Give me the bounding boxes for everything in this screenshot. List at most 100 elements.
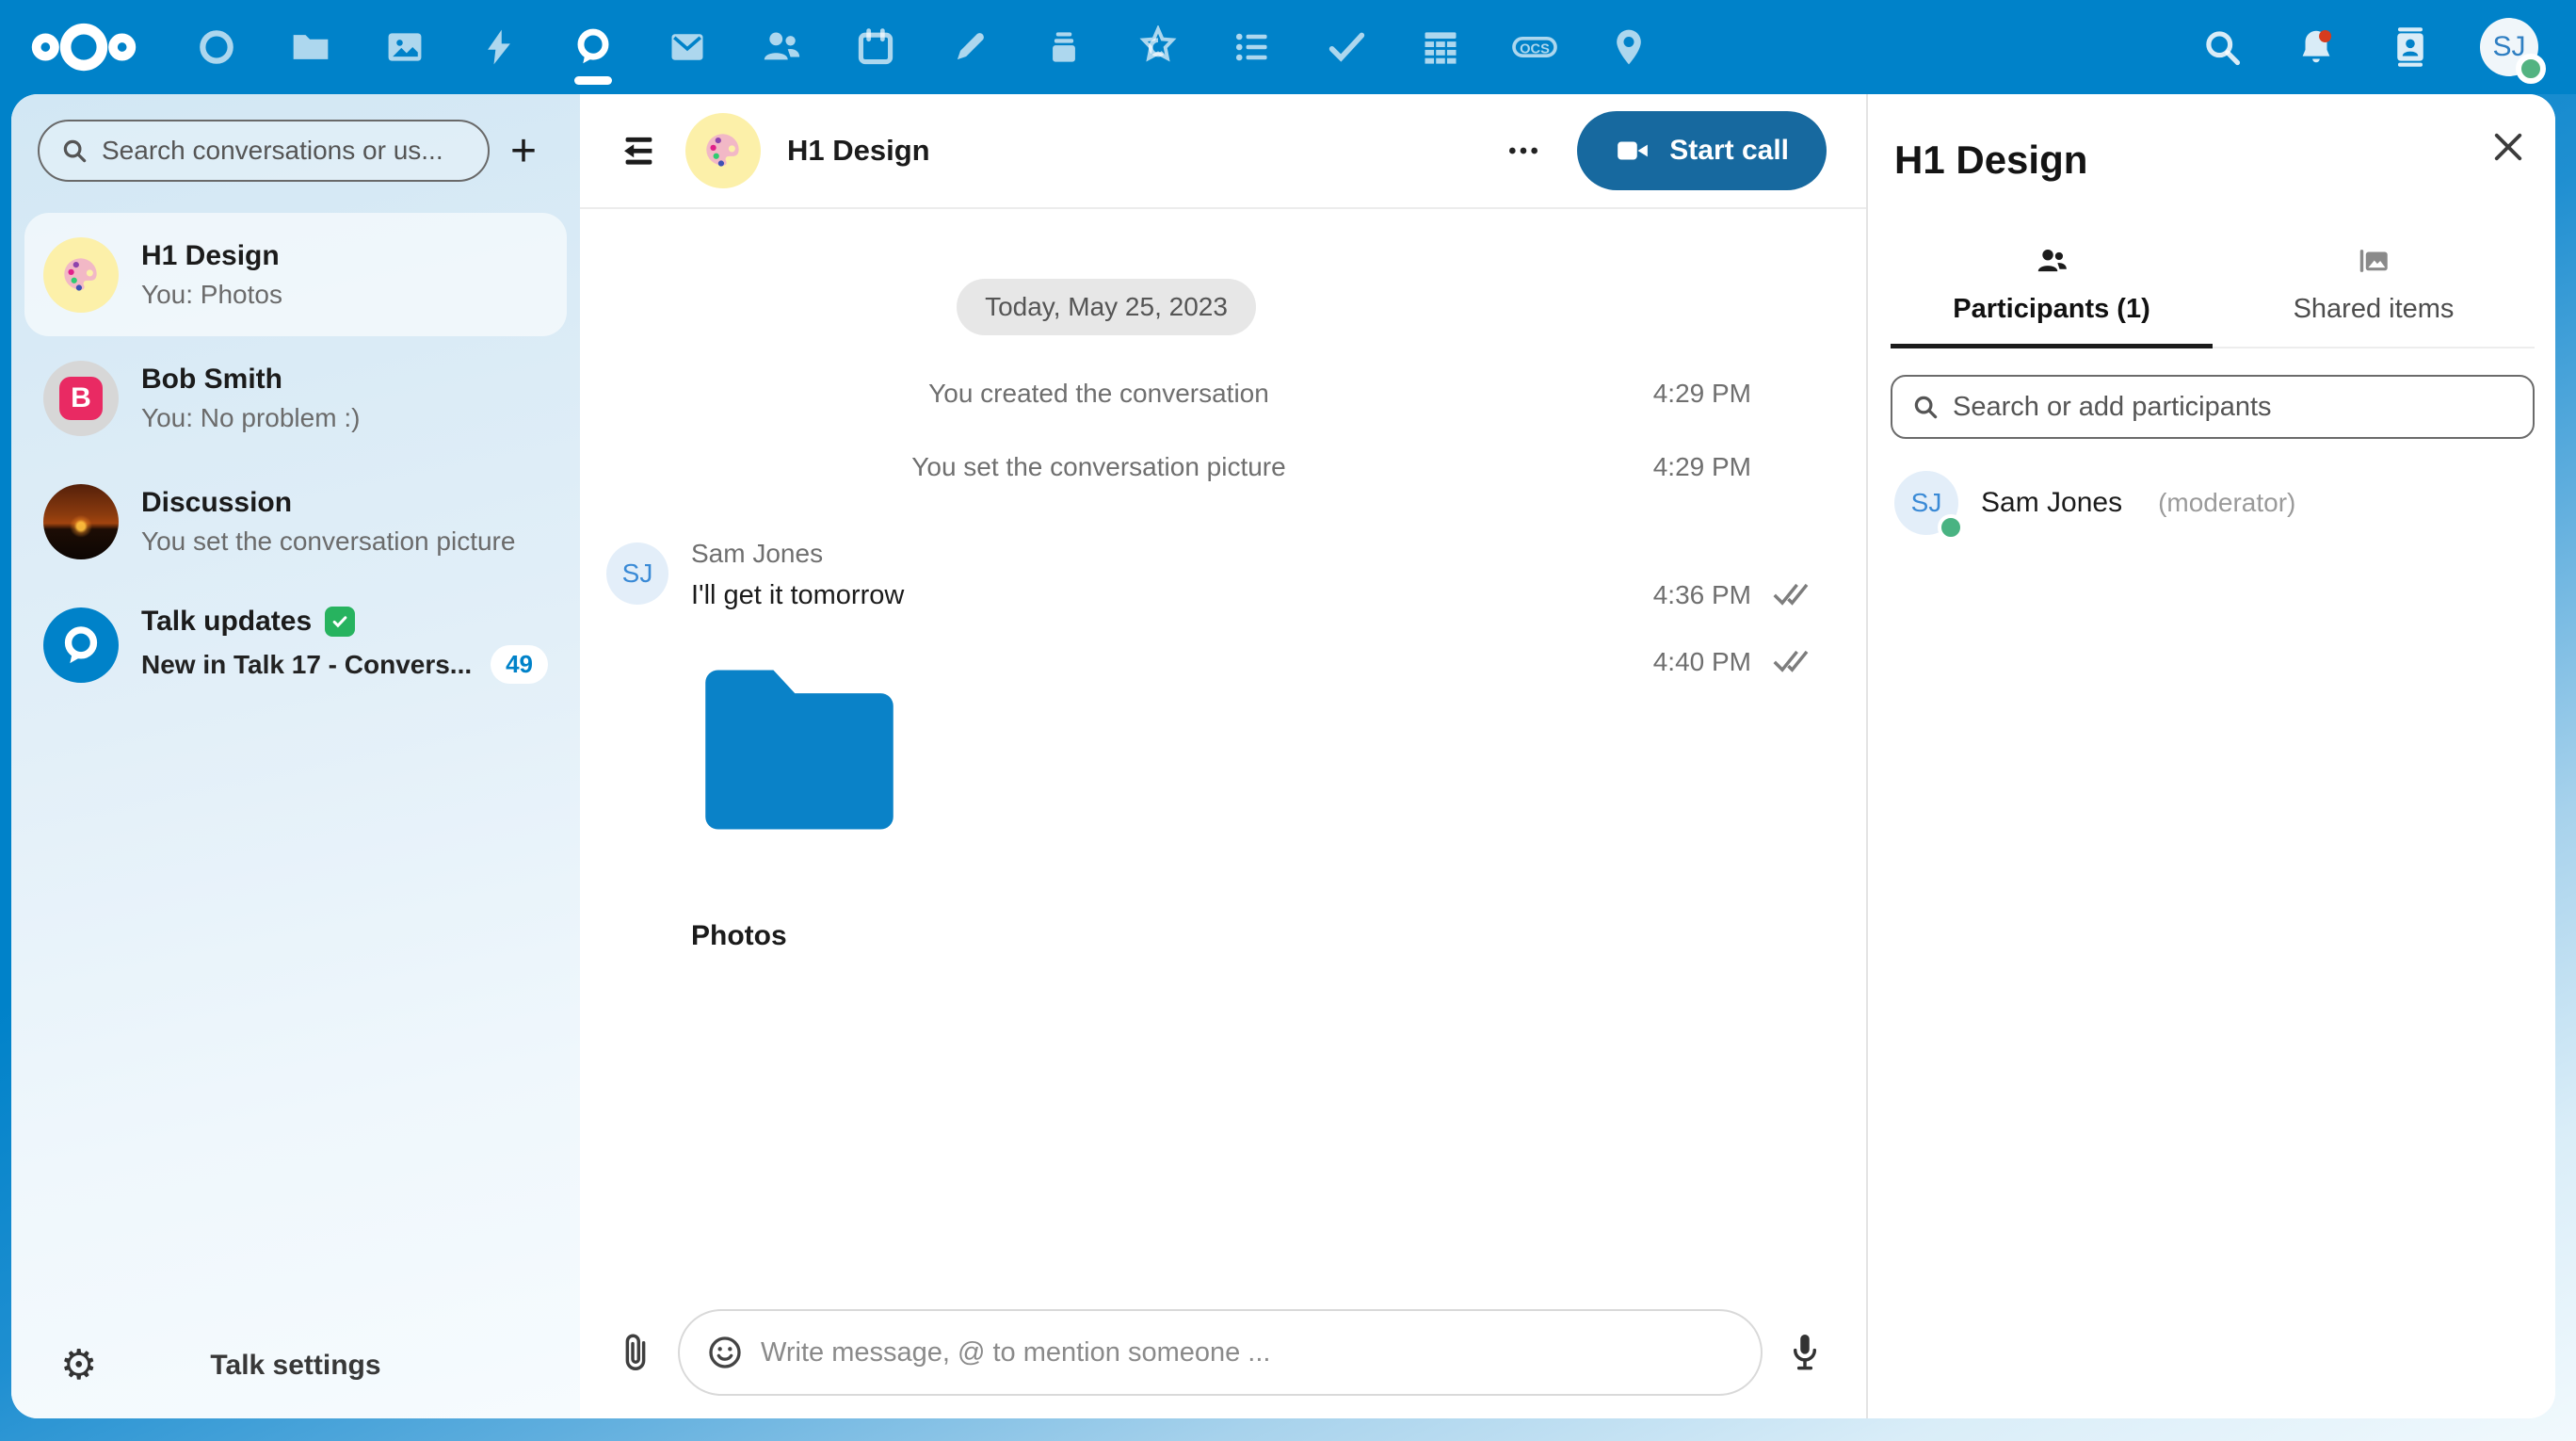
conversation-last-message: You: Photos [141,280,548,310]
app-files[interactable] [264,0,358,94]
conversation-text: H1 Design You: Photos [141,240,548,310]
bookmark-b-avatar: B [43,361,119,436]
start-call-label: Start call [1669,135,1789,167]
app-maps[interactable] [1582,0,1676,94]
app-deck[interactable] [1017,0,1111,94]
date-separator: Today, May 25, 2023 [957,279,1256,335]
double-check-icon [1772,580,1813,608]
conversation-item-bob-smith[interactable]: B Bob Smith You: No problem :) [24,336,567,460]
conversation-text: Discussion You set the conversation pict… [141,487,548,557]
app-mail[interactable] [640,0,734,94]
app-talk[interactable] [546,0,640,94]
talk-settings-button[interactable]: ⚙ Talk settings [11,1313,580,1418]
conversation-title: Bob Smith [141,364,548,396]
emoji-picker-button[interactable] [706,1334,744,1371]
shared-folder-name: Photos [691,920,1591,952]
palette-icon [57,251,105,299]
unified-search-button[interactable] [2175,0,2269,94]
folder-icon [691,660,908,839]
conversation-title: Discussion [141,487,548,519]
double-check-icon [1772,647,1813,675]
people-icon [760,25,803,69]
conversation-search-box[interactable] [38,120,490,182]
participant-avatar-wrap: SJ [1894,471,1958,535]
online-status-dot [2516,54,2546,84]
stack-icon [1043,26,1085,68]
system-message-text: You set the conversation picture [606,452,1591,482]
conversation-last-message: You: No problem :) [141,403,548,433]
attach-file-button[interactable] [618,1332,653,1373]
start-call-button[interactable]: Start call [1577,111,1827,190]
app-forms[interactable] [1299,0,1393,94]
chat-header: H1 Design Start call [580,94,1866,209]
message-list: Today, May 25, 2023 You created the conv… [580,209,1866,1303]
conversation-details-panel: H1 Design Participants (1) Shared items … [1868,94,2555,1418]
conversation-last-message: You set the conversation picture [141,526,548,557]
participants-icon [2034,243,2069,279]
letter-b-chip: B [59,377,103,420]
contacts-menu-button[interactable] [2363,0,2457,94]
app-notes[interactable] [923,0,1017,94]
talk-logo-icon [56,621,105,670]
message-timestamp: 4:40 PM [1591,647,1751,677]
app-tasks[interactable] [1205,0,1299,94]
app-calendar[interactable] [829,0,923,94]
sunset-photo-avatar [43,484,119,559]
app-dashboard[interactable] [169,0,264,94]
tab-label: Shared items [2294,294,2455,325]
message-author: Sam Jones [691,539,1813,569]
notifications-button[interactable] [2269,0,2363,94]
details-title: H1 Design [1894,138,2087,183]
close-icon [2488,127,2528,167]
date-separator-row: Today, May 25, 2023 [606,279,1813,335]
search-icon [2201,26,2243,68]
conversation-item-h1-design[interactable]: H1 Design You: Photos [24,213,567,336]
conversations-sidebar: + H1 Design You: Photos [11,94,580,1418]
conversation-list: H1 Design You: Photos B Bob Smith You: N… [11,207,580,706]
user-avatar[interactable]: SJ [2480,18,2538,76]
app-tables[interactable] [1393,0,1488,94]
conversation-search-input[interactable] [102,136,467,166]
close-panel-button[interactable] [2482,121,2535,173]
shared-items-icon [2356,243,2391,279]
conversation-text: Talk updates New in Talk 17 - Convers...… [141,606,548,684]
new-conversation-button[interactable]: + [490,117,557,185]
system-message-row: You set the conversation picture 4:29 PM [606,452,1813,482]
paperclip-icon [618,1332,653,1373]
app-contacts[interactable] [734,0,829,94]
conversation-title: Talk updates [141,606,548,638]
participant-search-input[interactable] [1953,392,2514,423]
shared-folder-attachment[interactable]: Photos [691,647,1591,952]
voice-message-button[interactable] [1787,1331,1823,1374]
app-photos[interactable] [358,0,452,94]
ocs-icon: OCS [1510,26,1559,68]
message-input[interactable] [761,1337,1734,1368]
participant-role: (moderator) [2158,488,2295,518]
nextcloud-logo[interactable] [28,18,139,76]
app-activity[interactable] [452,0,546,94]
participant-search-box[interactable] [1891,375,2535,439]
sidebar-search-row: + [11,94,580,207]
palette-avatar [43,237,119,313]
talk-icon [572,25,615,69]
star-icon [1136,25,1180,69]
conversation-item-talk-updates[interactable]: Talk updates New in Talk 17 - Convers...… [24,583,567,706]
app-content-container: + H1 Design You: Photos [11,94,2555,1418]
conversation-item-discussion[interactable]: Discussion You set the conversation pict… [24,460,567,583]
talk-logo-avatar [43,607,119,683]
participant-row[interactable]: SJ Sam Jones (moderator) [1891,463,2535,542]
tab-shared-items[interactable]: Shared items [2213,243,2535,348]
message-input-box[interactable] [678,1309,1763,1396]
svg-text:OCS: OCS [1520,42,1550,57]
app-collectives[interactable] [1111,0,1205,94]
app-ocs[interactable]: OCS [1488,0,1582,94]
system-message-row: You created the conversation 4:29 PM [606,379,1813,409]
participant-initials: SJ [1911,488,1942,518]
microphone-icon [1787,1331,1823,1374]
collapse-sidebar-button[interactable] [612,124,665,177]
tab-participants[interactable]: Participants (1) [1891,243,2213,348]
conversation-actions-button[interactable] [1490,118,1556,184]
participant-online-dot [1938,514,1964,541]
sidebar-spacer [11,706,580,1313]
calendar-icon [855,26,896,68]
